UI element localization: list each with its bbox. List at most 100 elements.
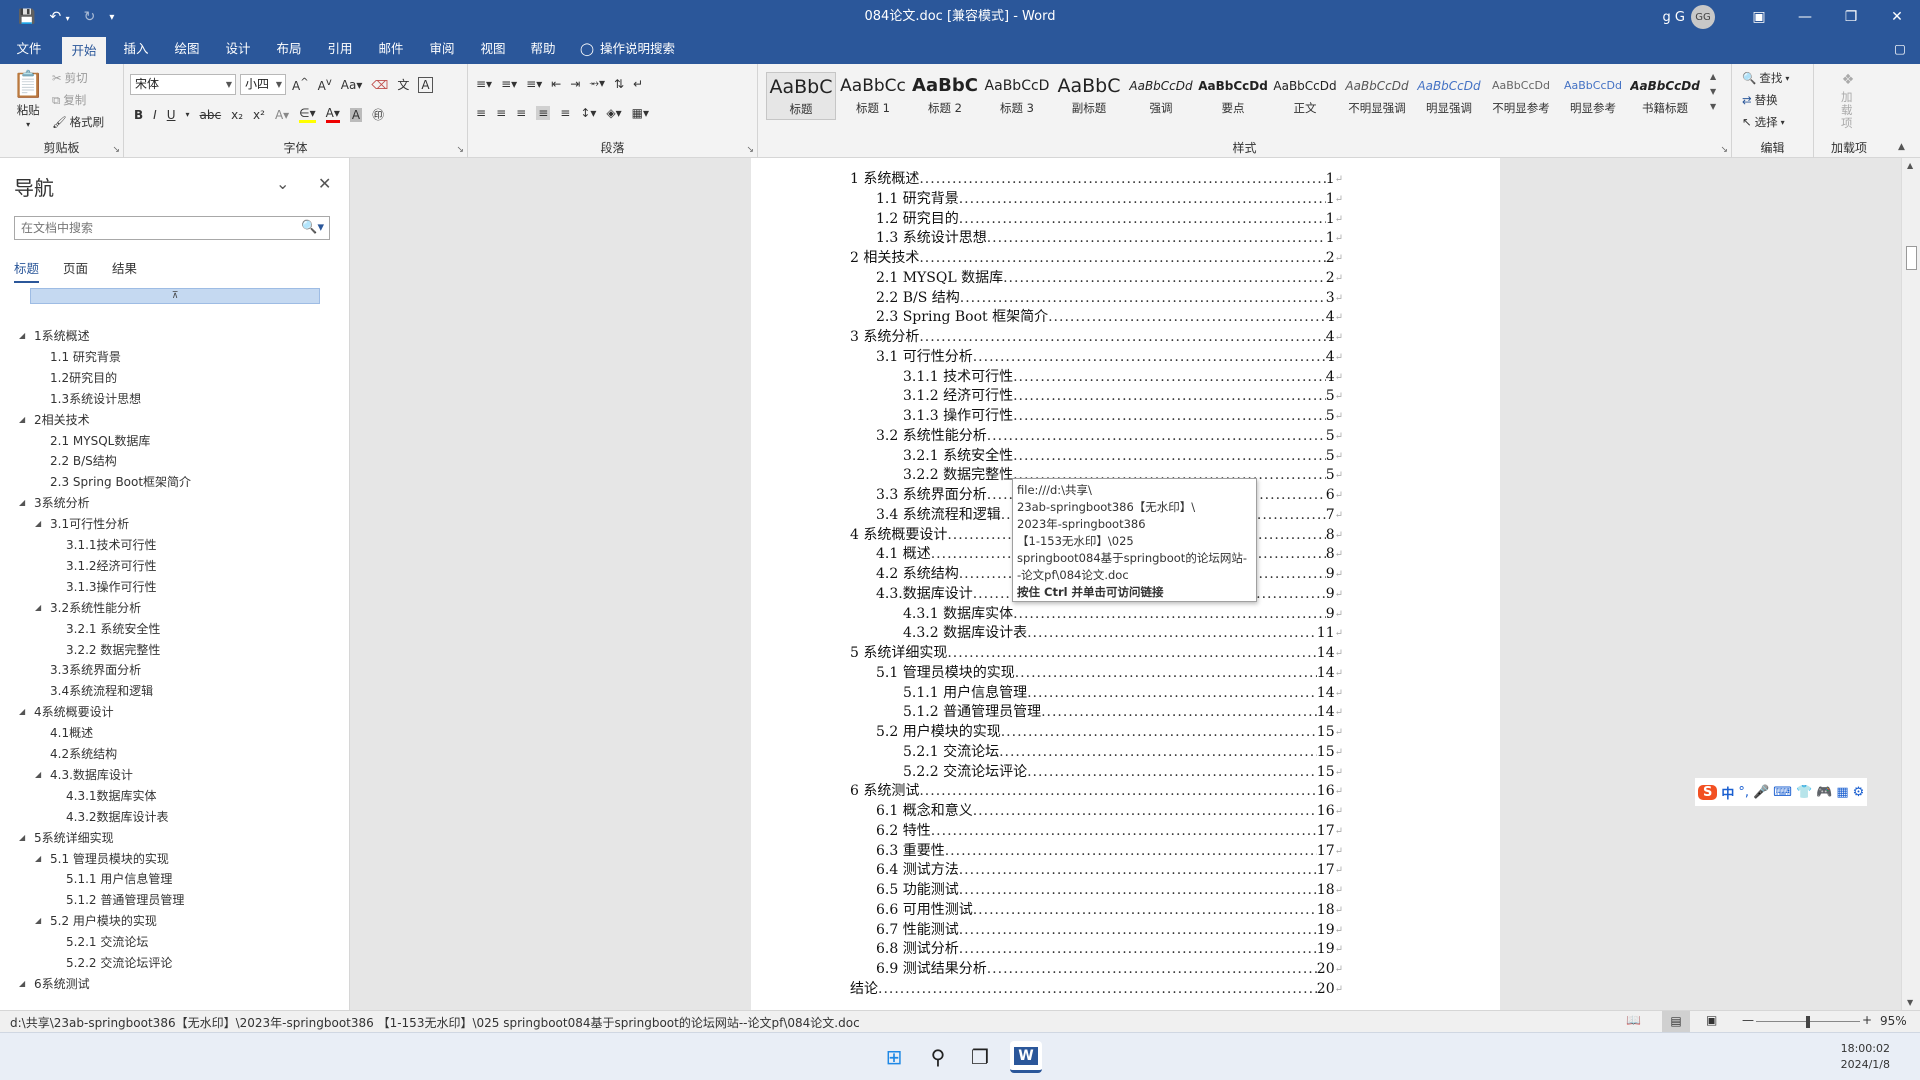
nav-heading-item[interactable]: ◢ 3系统分析	[19, 494, 90, 512]
tab-insert[interactable]: 插入	[115, 34, 157, 64]
multilevel-list-icon[interactable]: ≡▾	[526, 77, 542, 91]
nav-collapse-bar[interactable]: ⊼	[30, 288, 320, 304]
toc-entry[interactable]: 6 系统测试..................................…	[850, 782, 1343, 801]
settings-icon[interactable]: ⚙	[1853, 785, 1865, 800]
undo-icon[interactable]: ↶ ▾	[49, 9, 69, 25]
char-border-icon[interactable]: A	[418, 76, 433, 93]
nav-heading-item[interactable]: 5.1.1 用户信息管理	[66, 870, 172, 888]
scrollbar-thumb[interactable]	[1906, 246, 1917, 270]
read-mode-icon[interactable]: 📖	[1626, 1013, 1641, 1027]
show-marks-icon[interactable]: ↵	[633, 77, 643, 91]
toc-entry[interactable]: 2 相关技术..................................…	[850, 249, 1343, 268]
toc-entry[interactable]: 6.8 测试分析................................…	[876, 940, 1343, 959]
style-heading-3[interactable]: AaBbCcD 标题 3	[982, 72, 1052, 120]
expand-toggle-icon[interactable]: ◢	[35, 599, 41, 617]
windows-start-icon[interactable]: ⊞	[878, 1041, 910, 1073]
tab-layout[interactable]: 布局	[268, 34, 310, 64]
toc-entry[interactable]: 5 系统详细实现................................…	[850, 644, 1343, 663]
toc-entry[interactable]: 2.3 Spring Boot 框架简介....................…	[876, 308, 1343, 327]
tab-review[interactable]: 审阅	[421, 34, 463, 64]
nav-heading-item[interactable]: 1.3系统设计思想	[50, 390, 141, 408]
minimize-icon[interactable]: —	[1782, 0, 1828, 34]
save-icon[interactable]: 💾	[18, 9, 35, 25]
toc-entry[interactable]: 1 系统概述..................................…	[850, 170, 1343, 189]
collapse-ribbon-icon[interactable]: ▲	[1898, 142, 1905, 152]
format-painter-button[interactable]: 🖌 格式刷	[52, 114, 104, 130]
toc-entry[interactable]: 6.6 可用性测试...............................…	[876, 901, 1343, 920]
dialog-launcher-icon[interactable]: ↘	[112, 145, 120, 155]
tab-references[interactable]: 引用	[319, 34, 361, 64]
replace-button[interactable]: ⇄ 替换	[1742, 92, 1778, 108]
dialog-launcher-icon[interactable]: ↘	[1720, 145, 1728, 155]
toc-entry[interactable]: 6.2 特性..................................…	[876, 822, 1343, 841]
tab-file[interactable]: 文件	[8, 34, 50, 64]
toc-entry[interactable]: 结论......................................…	[850, 980, 1343, 999]
chevron-down-icon[interactable]: ▼	[1710, 87, 1716, 96]
search-icon[interactable]: ⚲	[922, 1041, 954, 1073]
clock[interactable]: 18:00:02 2024/1/8	[1841, 1041, 1890, 1073]
style-intense-reference[interactable]: AaBbCcDd 明显参考	[1558, 72, 1628, 120]
grid-icon[interactable]: ▦	[1836, 785, 1848, 800]
dialog-launcher-icon[interactable]: ↘	[456, 145, 464, 155]
sogou-logo-icon[interactable]: S	[1698, 784, 1718, 800]
align-left-icon[interactable]: ≡	[476, 106, 486, 120]
close-icon[interactable]: ✕	[318, 174, 331, 193]
nav-heading-item[interactable]: 2.3 Spring Boot框架简介	[50, 473, 191, 491]
nav-heading-item[interactable]: ◢ 1系统概述	[19, 327, 90, 345]
toc-entry[interactable]: 6.4 测试方法................................…	[876, 861, 1343, 880]
nav-heading-item[interactable]: ◢ 6系统测试	[19, 975, 90, 993]
toc-entry[interactable]: 1.3 系统设计思想..............................…	[876, 229, 1343, 248]
clear-formatting-icon[interactable]: ⌫	[371, 78, 388, 92]
nav-heading-item[interactable]: ◢ 5.1 管理员模块的实现	[35, 850, 169, 868]
find-button[interactable]: 🔍 查找 ▾	[1742, 70, 1789, 86]
nav-heading-item[interactable]: 2.2 B/S结构	[50, 452, 117, 470]
sort-icon[interactable]: ⇅	[614, 77, 624, 91]
nav-heading-item[interactable]: 4.1概述	[50, 724, 93, 742]
shrink-font-icon[interactable]: Av	[318, 77, 332, 93]
font-size-combo[interactable]: 小四 ▼	[240, 74, 286, 95]
redo-icon[interactable]: ↻	[84, 9, 96, 25]
word-app-icon[interactable]: W	[1010, 1041, 1042, 1073]
nav-tab-headings[interactable]: 标题	[14, 258, 40, 283]
nav-heading-item[interactable]: ◢ 5系统详细实现	[19, 829, 114, 847]
toc-entry[interactable]: 4.3.2 数据库设计表............................…	[903, 624, 1343, 643]
cut-button[interactable]: ✂ 剪切	[52, 70, 88, 86]
distribute-icon[interactable]: ≡	[560, 106, 570, 120]
styles-gallery-scroll[interactable]: ▲ ▼ ▼	[1710, 72, 1716, 111]
paste-button[interactable]: 📋 粘贴 ▾	[12, 70, 44, 129]
toc-entry[interactable]: 3.1 可行性分析...............................…	[876, 348, 1343, 367]
style-normal[interactable]: AaBbCcDd 正文	[1270, 72, 1340, 120]
maximize-icon[interactable]: ❐	[1828, 0, 1874, 34]
toc-entry[interactable]: 1.1 研究背景................................…	[876, 190, 1343, 209]
style-subtle-emphasis[interactable]: AaBbCcDd 不明显强调	[1342, 72, 1412, 120]
game-icon[interactable]: 🎮	[1816, 785, 1832, 800]
style-heading-2[interactable]: AaBbC 标题 2	[910, 72, 980, 120]
zoom-slider-thumb[interactable]	[1806, 1016, 1810, 1028]
toc-entry[interactable]: 5.2.1 交流论坛..............................…	[903, 743, 1343, 762]
nav-heading-item[interactable]: 3.2.1 系统安全性	[66, 620, 160, 638]
microphone-icon[interactable]: 🎤	[1753, 785, 1769, 800]
tab-draw[interactable]: 绘图	[166, 34, 208, 64]
skin-icon[interactable]: 👕	[1796, 785, 1812, 800]
zoom-out-icon[interactable]: —	[1742, 1013, 1754, 1027]
tab-design[interactable]: 设计	[217, 34, 259, 64]
toc-entry[interactable]: 3.2 系统性能分析..............................…	[876, 427, 1343, 446]
toc-entry[interactable]: 2.2 B/S 结构..............................…	[876, 289, 1343, 308]
toc-entry[interactable]: 3.1.1 技术可行性.............................…	[903, 368, 1343, 387]
close-icon[interactable]: ✕	[1874, 0, 1920, 34]
nav-heading-item[interactable]: 1.1 研究背景	[50, 348, 121, 366]
style-heading-1[interactable]: AaBbCc 标题 1	[838, 72, 908, 120]
toc-entry[interactable]: 6.5 功能测试................................…	[876, 881, 1343, 900]
bold-icon[interactable]: B	[134, 108, 143, 122]
toc-entry[interactable]: 1.2 研究目的................................…	[876, 210, 1343, 229]
toc-entry[interactable]: 3.2.1 系统安全性.............................…	[903, 447, 1343, 466]
nav-heading-item[interactable]: 5.1.2 普通管理员管理	[66, 891, 184, 909]
toc-entry[interactable]: 5.1.1 用户信息管理............................…	[903, 684, 1343, 703]
chevron-up-icon[interactable]: ▲	[1710, 72, 1716, 81]
task-view-icon[interactable]: ❐	[964, 1041, 996, 1073]
expand-toggle-icon[interactable]: ◢	[19, 829, 25, 847]
scroll-up-icon[interactable]: ▲	[1907, 161, 1913, 170]
tab-help[interactable]: 帮助	[522, 34, 564, 64]
line-spacing-icon[interactable]: ↕▾	[580, 106, 596, 120]
style-title[interactable]: AaBbC 标题	[766, 72, 836, 120]
